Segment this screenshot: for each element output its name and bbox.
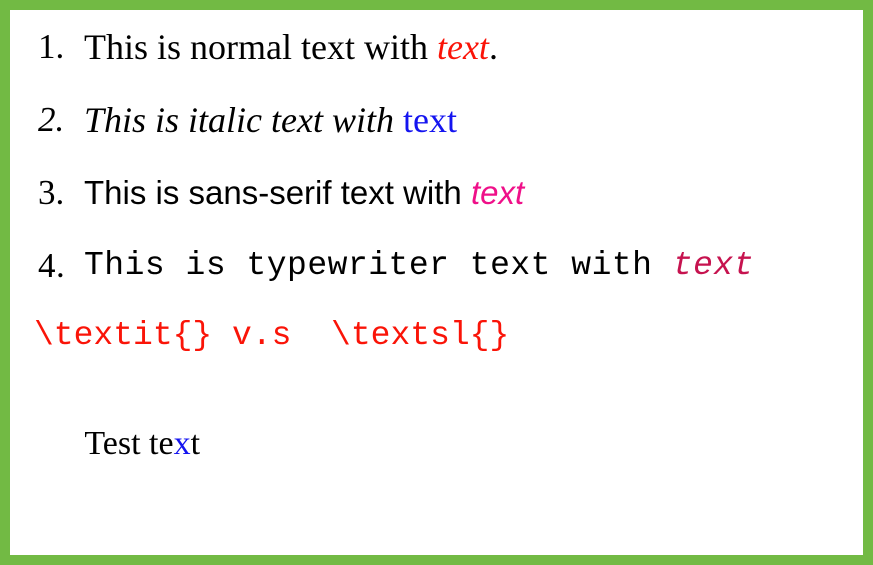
list-item-4: 4. This is typewriter text with text: [18, 241, 855, 291]
list-item-1-trailer: .: [488, 27, 498, 67]
list-marker-1: 1.: [38, 27, 65, 66]
list-item-3-highlight: text: [470, 174, 525, 211]
list-item-1-highlight: text: [436, 27, 489, 67]
document-content: 1. This is normal text with text. 2. This …: [10, 10, 863, 555]
numbered-list: 1. This is normal text with text. 2. This …: [18, 22, 855, 291]
sample-upright-text: Test text: [84, 425, 200, 462]
list-item-3-lead: This is sans-serif text with: [84, 174, 471, 211]
sample-1-letter: x: [173, 425, 191, 462]
list-marker-3: 3.: [38, 173, 65, 212]
latex-command-comparison-heading: \textit{} v.s \textsl{}: [34, 317, 510, 354]
document-page: 1. This is normal text with text. 2. This …: [0, 0, 873, 565]
list-marker-4: 4.: [38, 246, 66, 285]
list-marker-2: 2.: [38, 100, 65, 139]
list-item-4-lead: This is typewriter text with: [84, 247, 673, 284]
list-item-4-highlight: text: [672, 247, 755, 284]
sample-line-upright: Test text: [34, 364, 855, 523]
sample-1-tail: t: [190, 425, 201, 462]
sample-line-italic: Test text: [34, 525, 855, 555]
list-item-2-lead: This is italic text with: [84, 100, 404, 140]
list-item-1-lead: This is normal text with: [84, 27, 437, 67]
list-item-1: 1. This is normal text with text.: [18, 22, 855, 72]
list-item-2: 2. This is italic text with text: [18, 95, 855, 145]
list-item-2-highlight: text: [403, 100, 457, 140]
list-item-3: 3. This is sans-serif text with text: [18, 168, 855, 218]
sample-1-lead: Test te: [84, 425, 174, 462]
